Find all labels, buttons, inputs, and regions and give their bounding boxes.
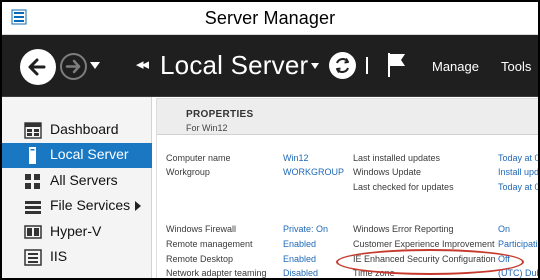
- property-label: Workgroup: [166, 167, 210, 177]
- server-manager-window: Server Manager ◂◂ Local Server Manage To…: [0, 0, 540, 280]
- workgroup-link[interactable]: WORKGROUP: [283, 167, 344, 177]
- file-services-icon: [24, 198, 42, 215]
- property-label: Network adapter teaming: [166, 268, 267, 278]
- properties-pane: PROPERTIES For Win12 Computer name Win12…: [156, 98, 538, 278]
- window-title-bar: Server Manager: [2, 2, 538, 35]
- remote-management-link[interactable]: Enabled: [283, 239, 316, 249]
- refresh-button[interactable]: [329, 52, 356, 79]
- property-label: Customer Experience Improvement: [353, 239, 495, 249]
- property-label: Remote management: [166, 239, 253, 249]
- page-title-dropdown-button[interactable]: [311, 63, 319, 69]
- last-checked-updates-link[interactable]: Today at 0: [498, 182, 538, 192]
- sidebar-item-local-server[interactable]: Local Server: [2, 143, 152, 168]
- all-servers-icon: [24, 173, 42, 190]
- property-label: Time zone: [353, 268, 395, 278]
- chevron-down-icon: [311, 63, 319, 69]
- properties-header: PROPERTIES For Win12: [157, 99, 538, 135]
- property-label: Last checked for updates: [353, 182, 454, 192]
- flag-icon: [388, 53, 405, 77]
- remote-desktop-link[interactable]: Enabled: [283, 254, 316, 264]
- forward-button[interactable]: [60, 53, 87, 80]
- toolbar-divider: [366, 57, 368, 74]
- customer-experience-link[interactable]: Participati: [498, 239, 538, 249]
- history-dropdown-button[interactable]: [90, 62, 100, 70]
- ie-esc-link[interactable]: Off: [498, 254, 510, 264]
- last-installed-updates-link[interactable]: Today at 0: [498, 153, 538, 163]
- menu-manage[interactable]: Manage: [432, 59, 479, 74]
- sidebar-item-iis[interactable]: IIS: [2, 245, 152, 270]
- dashboard-icon: [24, 122, 42, 139]
- window-title: Server Manager: [204, 8, 336, 28]
- network-adapter-teaming-link[interactable]: Disabled: [283, 268, 318, 278]
- property-label: IE Enhanced Security Configuration: [353, 254, 496, 264]
- main-content: PROPERTIES For Win12 Computer name Win12…: [153, 97, 538, 278]
- page-title: Local Server: [160, 50, 309, 80]
- refresh-icon: [330, 53, 355, 78]
- sidebar-item-label: File Services: [50, 197, 131, 213]
- sidebar-item-all-servers[interactable]: All Servers: [2, 169, 152, 194]
- toolbar: ◂◂ Local Server Manage Tools: [2, 35, 538, 97]
- property-label: Windows Error Reporting: [353, 224, 454, 234]
- sidebar-item-label: Hyper-V: [50, 223, 102, 239]
- property-label: Windows Update: [353, 167, 422, 177]
- back-button[interactable]: [20, 49, 56, 85]
- breadcrumb-separator: ◂◂: [136, 55, 149, 73]
- hyper-v-icon: [24, 224, 42, 241]
- sidebar-item-label: Local Server: [50, 146, 129, 162]
- sidebar-item-label: All Servers: [50, 172, 118, 188]
- property-label: Computer name: [166, 153, 231, 163]
- windows-error-reporting-link[interactable]: On: [498, 224, 510, 234]
- windows-update-link[interactable]: Install upd: [498, 167, 538, 177]
- property-label: Last installed updates: [353, 153, 441, 163]
- arrow-left-icon: [22, 51, 54, 83]
- properties-title: PROPERTIES: [186, 109, 254, 120]
- properties-subtitle: For Win12: [186, 123, 228, 133]
- sidebar-item-dashboard[interactable]: Dashboard: [2, 118, 152, 143]
- notifications-flag-button[interactable]: [386, 51, 408, 79]
- sidebar-item-hyper-v[interactable]: Hyper-V: [2, 220, 152, 245]
- sidebar-item-label: Dashboard: [50, 121, 119, 137]
- chevron-right-icon: [135, 201, 141, 211]
- menu-tools[interactable]: Tools: [501, 59, 531, 74]
- windows-firewall-link[interactable]: Private: On: [283, 224, 328, 234]
- property-label: Remote Desktop: [166, 254, 234, 264]
- chevron-down-icon: [90, 62, 100, 69]
- sidebar-item-label: IIS: [50, 248, 68, 264]
- local-server-icon: [24, 147, 42, 164]
- computer-name-link[interactable]: Win12: [283, 153, 309, 163]
- arrow-right-icon: [65, 59, 81, 74]
- sidebar-item-file-services[interactable]: File Services: [2, 194, 152, 219]
- property-label: Windows Firewall: [166, 224, 237, 234]
- time-zone-link[interactable]: (UTC) Dub: [498, 268, 538, 278]
- sidebar-navigation: Dashboard Local Server All Servers File …: [2, 97, 152, 278]
- iis-icon: [24, 249, 42, 266]
